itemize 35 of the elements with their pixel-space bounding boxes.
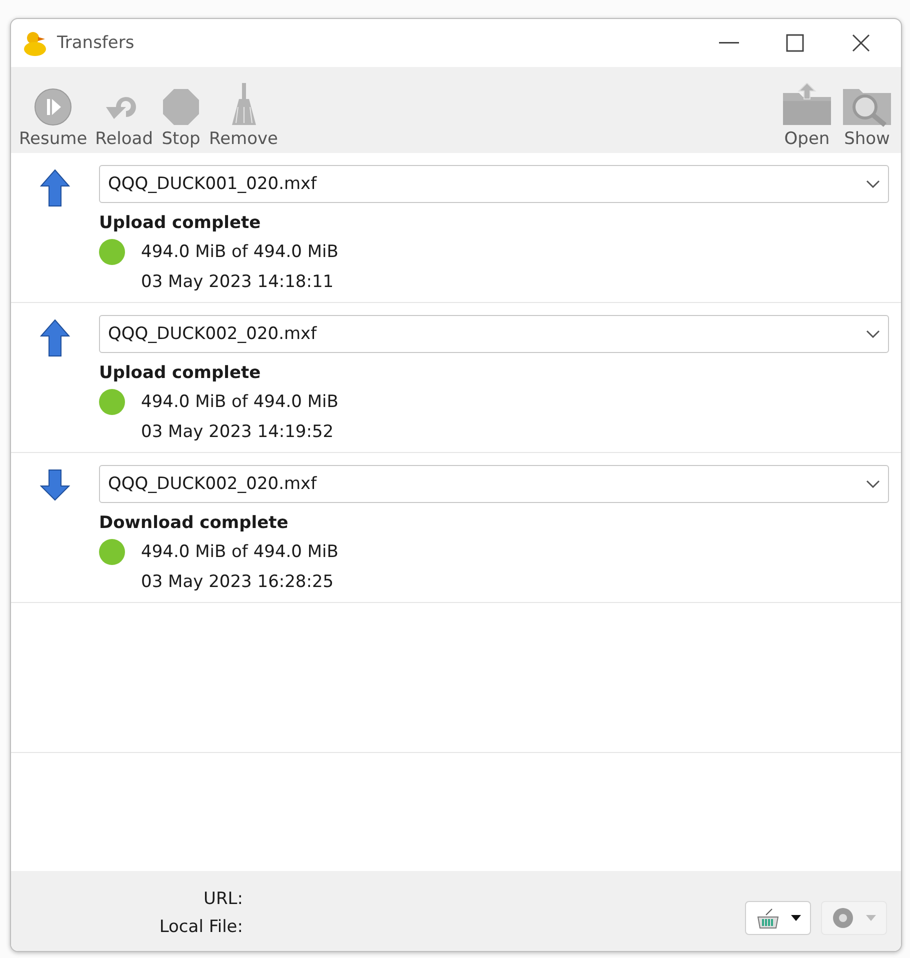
transfer-row[interactable]: QQQ_DUCK002_020.mxf Upload complete 494.0 MiB of 494.0 MiB 03 May 2023 14:19:52 — [11, 303, 901, 453]
transfer-status: Upload complete — [99, 212, 262, 235]
bandwidth-dropdown[interactable] — [745, 901, 811, 935]
minimize-icon — [719, 42, 739, 44]
transfer-row[interactable]: QQQ_DUCK001_020.mxf Upload complete 494.0 MiB of 494.0 MiB 03 May 2023 14:18:11 — [11, 153, 901, 303]
up-arrow-icon — [40, 169, 70, 207]
transfer-time: 03 May 2023 14:19:52 — [140, 421, 335, 444]
chevron-icon — [866, 330, 880, 338]
up-arrow-icon — [40, 319, 70, 357]
file-dropdown[interactable]: QQQ_DUCK002_020.mxf — [99, 465, 889, 503]
transfer-row[interactable]: QQQ_DUCK002_020.mxf Download complete 494.0 MiB of 494.0 MiB 03 May 2023 16:28:25 — [11, 453, 901, 603]
local-file-label: Local File: — [159, 917, 243, 937]
transfer-size: 494.0 MiB of 494.0 MiB — [141, 542, 338, 562]
transfer-status: Download complete — [99, 512, 290, 535]
stop-icon — [161, 87, 202, 127]
transfer-time: 03 May 2023 14:18:11 — [140, 271, 335, 294]
caret-icon — [790, 915, 800, 921]
url-label: URL: — [204, 889, 243, 909]
chevron-icon — [866, 480, 880, 488]
file-dropdown[interactable]: QQQ_DUCK001_020.mxf — [99, 165, 889, 203]
window-title: Transfers — [57, 33, 136, 53]
play-pause-icon — [33, 87, 74, 127]
caret-icon — [866, 915, 876, 921]
transfer-status: Upload complete — [99, 362, 262, 385]
transfer-size: 494.0 MiB of 494.0 MiB — [141, 392, 338, 412]
folder-icon — [781, 83, 833, 127]
down-arrow-icon — [40, 469, 70, 501]
close-icon — [852, 34, 870, 52]
broom-icon — [230, 83, 257, 127]
duck-icon — [23, 30, 47, 56]
maximize-icon — [786, 34, 804, 52]
transfer-size: 494.0 MiB of 494.0 MiB — [141, 242, 338, 262]
file-dropdown[interactable]: QQQ_DUCK002_020.mxf — [99, 315, 889, 353]
chevron-icon — [866, 180, 880, 188]
transfer-time: 03 May 2023 16:28:25 — [140, 571, 335, 594]
